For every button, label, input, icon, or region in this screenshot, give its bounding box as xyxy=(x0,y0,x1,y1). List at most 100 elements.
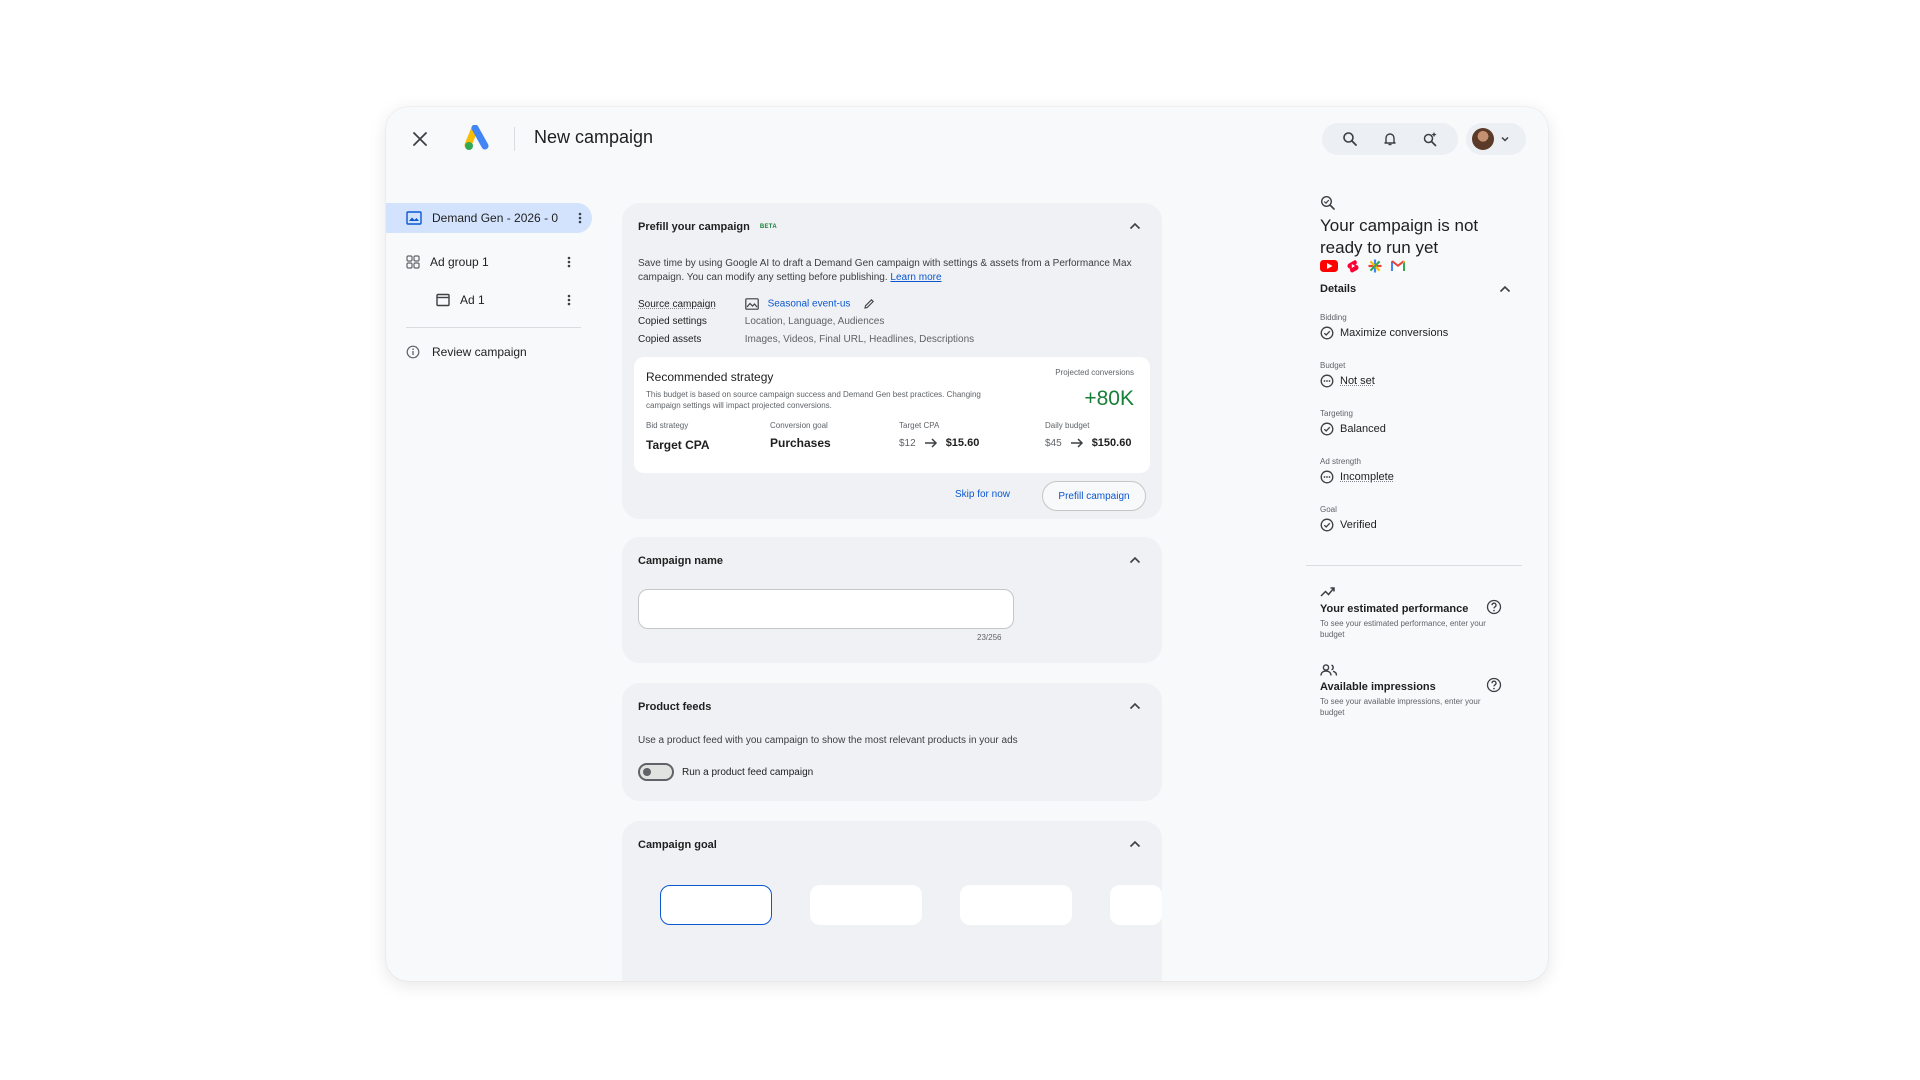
nav-campaign-label: Demand Gen - 2026 - 0 xyxy=(432,211,559,225)
daily-budget-new: $150.60 xyxy=(1091,437,1132,449)
details-label: Details xyxy=(1320,283,1357,295)
prefill-description-text: Save time by using Google AI to draft a … xyxy=(638,258,1132,283)
product-feed-switch[interactable] xyxy=(638,763,674,781)
detail-bidding: Bidding Maximize conversions xyxy=(1320,313,1448,340)
prefill-card: Prefill your campaign BETA Save time by u… xyxy=(622,203,1162,519)
prefill-collapse-chevron-up-icon[interactable] xyxy=(1124,215,1146,237)
arrow-right-icon xyxy=(924,438,937,448)
magnify-review-icon xyxy=(1320,195,1335,210)
detail-value: Incomplete xyxy=(1340,471,1394,483)
nav-item-campaign[interactable]: Demand Gen - 2026 - 0 xyxy=(386,203,592,233)
goal-option-3[interactable] xyxy=(960,885,1072,925)
character-count: 23/256 xyxy=(977,633,1002,642)
ad-more-icon[interactable] xyxy=(561,292,577,308)
bid-strategy-label: Bid strategy xyxy=(646,421,689,430)
available-impressions-description: To see your available impressions, enter… xyxy=(1320,697,1481,717)
available-impressions: Available impressions To see your availa… xyxy=(1320,663,1510,718)
learn-more-link[interactable]: Learn more xyxy=(890,272,941,283)
prefill-campaign-button[interactable]: Prefill campaign xyxy=(1042,481,1146,511)
product-feeds-collapse-chevron-up-icon[interactable] xyxy=(1124,695,1146,717)
estimated-performance-description: To see your estimated performance, enter… xyxy=(1320,619,1486,639)
source-campaign-row: Source campaign Seasonal event-us xyxy=(638,298,875,310)
ad-group-more-icon[interactable] xyxy=(561,254,577,270)
daily-budget-old: $45 xyxy=(1045,437,1062,449)
projected-conversions-value: +80K xyxy=(1084,387,1134,410)
search-icon[interactable] xyxy=(1336,125,1364,153)
notifications-bell-icon[interactable] xyxy=(1376,125,1404,153)
ad-window-icon xyxy=(436,293,450,307)
youtube-icon xyxy=(1320,260,1338,272)
prefill-title-text: Prefill your campaign xyxy=(638,221,750,233)
detail-label: Budget xyxy=(1320,361,1346,370)
target-cpa-change: $12 $15.60 xyxy=(899,437,979,449)
campaign-name-title: Campaign name xyxy=(638,555,723,567)
strategy-title: Recommended strategy xyxy=(646,370,774,384)
campaign-image-icon xyxy=(406,211,422,225)
goal-option-1[interactable] xyxy=(660,885,772,925)
campaign-goal-card: Campaign goal xyxy=(622,821,1162,981)
google-ads-logo-icon xyxy=(464,124,494,153)
goal-option-2[interactable] xyxy=(810,885,922,925)
help-icon[interactable] xyxy=(1486,599,1502,615)
discover-icon xyxy=(1368,259,1382,273)
copied-assets-row: Copied assets Images, Videos, Final URL,… xyxy=(638,334,974,345)
target-cpa-new: $15.60 xyxy=(945,437,980,449)
campaign-goal-collapse-chevron-up-icon[interactable] xyxy=(1124,833,1146,855)
detail-value: Verified xyxy=(1340,519,1377,531)
nav-ad-label: Ad 1 xyxy=(460,293,485,307)
detail-ad-strength: Ad strength Incomplete xyxy=(1320,457,1394,484)
edit-pencil-icon[interactable] xyxy=(863,298,875,310)
check-circle-icon xyxy=(1320,518,1334,532)
daily-budget-change: $45 $150.60 xyxy=(1045,437,1131,449)
detail-budget: Budget Not set xyxy=(1320,361,1375,388)
prefill-description: Save time by using Google AI to draft a … xyxy=(638,257,1138,285)
campaign-name-collapse-chevron-up-icon[interactable] xyxy=(1124,549,1146,571)
close-icon[interactable] xyxy=(408,127,432,151)
nav-item-ad[interactable]: Ad 1 xyxy=(436,285,581,315)
product-feeds-card: Product feeds Use a product feed with yo… xyxy=(622,683,1162,801)
account-menu[interactable] xyxy=(1466,123,1526,155)
nav-ad-group-label: Ad group 1 xyxy=(430,255,489,269)
details-collapse-chevron-up-icon[interactable] xyxy=(1494,278,1516,300)
campaign-more-icon[interactable] xyxy=(572,210,588,226)
panel-divider xyxy=(1306,565,1522,566)
arrow-right-icon xyxy=(1070,438,1083,448)
beta-badge: BETA xyxy=(759,224,777,231)
detail-value: Not set xyxy=(1340,375,1375,387)
target-cpa-old: $12 xyxy=(899,437,916,449)
ai-search-icon[interactable] xyxy=(1416,125,1444,153)
source-campaign-link[interactable]: Seasonal event-us xyxy=(768,299,851,310)
avatar xyxy=(1472,128,1494,150)
product-feed-toggle-row[interactable]: Run a product feed campaign xyxy=(638,763,813,781)
nav-review-label: Review campaign xyxy=(432,345,527,359)
copied-assets-value: Images, Videos, Final URL, Headlines, De… xyxy=(744,334,975,345)
product-feeds-title: Product feeds xyxy=(638,701,712,713)
copied-settings-value: Location, Language, Audiences xyxy=(744,316,885,327)
projected-conversions-label: Projected conversions xyxy=(1055,368,1134,377)
ad-group-grid-icon xyxy=(406,255,420,269)
trending-up-icon xyxy=(1320,587,1335,597)
check-circle-icon xyxy=(1320,422,1334,436)
copied-settings-row: Copied settings Location, Language, Audi… xyxy=(638,316,884,327)
skip-for-now-button[interactable]: Skip for now xyxy=(955,489,1010,500)
help-icon[interactable] xyxy=(1486,677,1502,693)
campaign-name-input[interactable] xyxy=(638,589,1014,629)
conversion-goal-label: Conversion goal xyxy=(770,421,828,430)
nav-item-review[interactable]: Review campaign xyxy=(406,337,581,367)
top-bar: New campaign xyxy=(386,107,1548,171)
info-icon xyxy=(406,345,420,359)
source-campaign-label: Source campaign xyxy=(638,298,716,310)
check-circle-icon xyxy=(1320,326,1334,340)
status-title: Your campaign is not ready to run yet xyxy=(1320,216,1479,257)
product-feeds-description: Use a product feed with you campaign to … xyxy=(638,735,1018,746)
nav-item-ad-group[interactable]: Ad group 1 xyxy=(406,247,581,277)
available-impressions-title: Available impressions xyxy=(1320,681,1436,693)
conversion-goal-value: Purchases xyxy=(770,436,831,450)
detail-label: Goal xyxy=(1320,505,1337,514)
goal-option-4[interactable] xyxy=(1110,885,1162,925)
bid-strategy-value: Target CPA xyxy=(646,438,710,452)
pending-circle-icon xyxy=(1320,374,1334,388)
detail-goal: Goal Verified xyxy=(1320,505,1377,532)
estimated-performance-title: Your estimated performance xyxy=(1320,603,1469,615)
prefill-title: Prefill your campaign BETA xyxy=(638,221,777,233)
